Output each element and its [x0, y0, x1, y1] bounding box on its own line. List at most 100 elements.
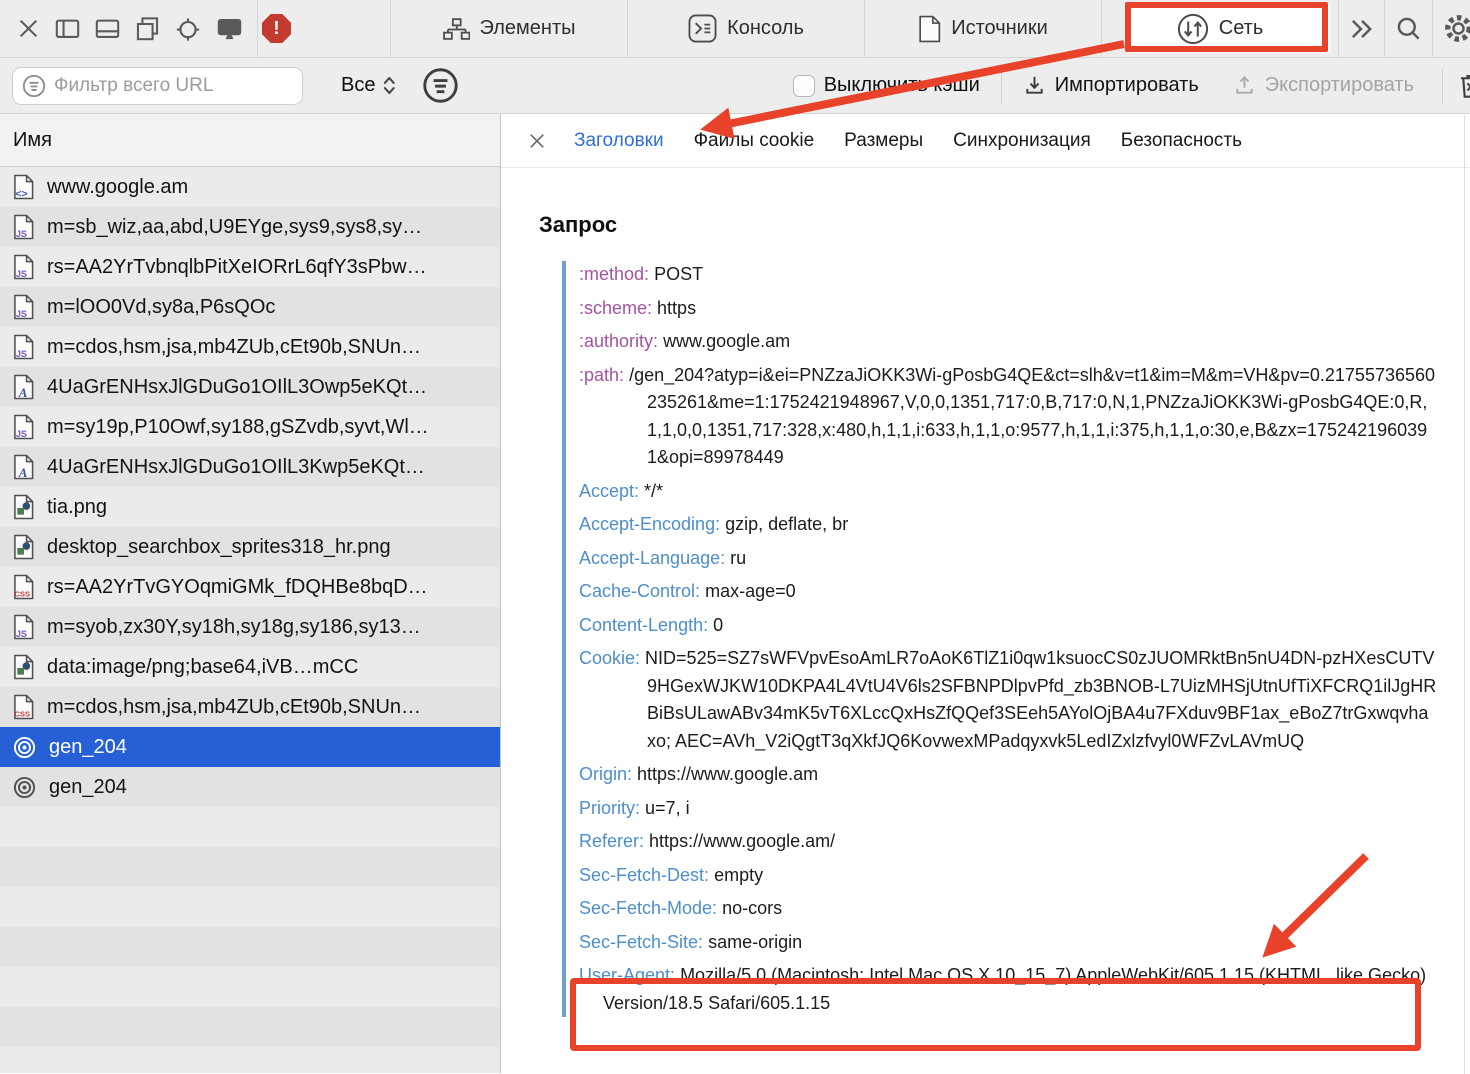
- inspector-tab-bar: Элементы Консоль Источники Сеть: [390, 0, 1338, 57]
- request-row[interactable]: JS rs=AA2YrTvbnqlbPitXeIORrL6qfY3sPbw…: [0, 247, 500, 287]
- request-name: www.google.am: [47, 176, 188, 199]
- header-name: Origin:: [579, 764, 632, 784]
- settings-button[interactable]: [1433, 0, 1470, 57]
- request-row[interactable]: CSS rs=AA2YrTvGYOqmiGMk_fDQHBe8bqD…: [0, 567, 500, 607]
- resource-type-value: Все: [341, 74, 375, 97]
- toggle-bottom-panel-button[interactable]: [94, 0, 121, 57]
- header-entry: Sec-Fetch-Mode: no-cors: [579, 895, 1437, 923]
- header-value: no-cors: [722, 898, 782, 918]
- header-value: same-origin: [708, 932, 802, 952]
- request-name: m=cdos,hsm,jsa,mb4ZUb,cEt90b,SNUn…: [47, 696, 421, 719]
- request-row-selected[interactable]: gen_204: [0, 727, 500, 767]
- tab-elements[interactable]: Элементы: [390, 0, 627, 57]
- header-value: Mozilla/5.0 (Macintosh; Intel Mac OS X 1…: [603, 965, 1426, 1013]
- header-entry: Accept: */*: [579, 478, 1437, 506]
- tab-sizes[interactable]: Размеры: [844, 130, 923, 152]
- header-name: Sec-Fetch-Site:: [579, 932, 703, 952]
- header-entry: :method: POST: [579, 261, 1437, 289]
- header-value: max-age=0: [705, 581, 796, 601]
- overflow-chevrons-icon: [1349, 16, 1374, 42]
- js-file-icon: JS: [13, 614, 34, 640]
- header-entry: Cache-Control: max-age=0: [579, 578, 1437, 606]
- request-name: m=sy19p,P10Owf,sy188,gSZvdb,syvt,Wl…: [47, 416, 429, 439]
- clear-network-items-button[interactable]: [1457, 71, 1470, 100]
- request-name: data:image/png;base64,iVB…mCC: [47, 656, 358, 679]
- request-row[interactable]: JS m=syob,zx30Y,sy18h,sy18g,sy186,sy13…: [0, 607, 500, 647]
- device-settings-button[interactable]: [215, 0, 244, 57]
- request-name: 4UaGrENHsxJlGDuGo1OIlL3Owp5eKQt…: [47, 376, 427, 399]
- overflow-tabs-button[interactable]: [1339, 0, 1384, 57]
- svg-text:JS: JS: [16, 349, 27, 359]
- duplicate-tab-button[interactable]: [134, 0, 161, 57]
- header-name: Sec-Fetch-Dest:: [579, 865, 709, 885]
- levels-filter-button[interactable]: [422, 67, 459, 104]
- js-file-icon: JS: [13, 214, 34, 240]
- header-name: Sec-Fetch-Mode:: [579, 898, 717, 918]
- search-button[interactable]: [1385, 0, 1432, 57]
- details-scrollbar-track[interactable]: [1464, 115, 1465, 1074]
- header-name: Accept-Language:: [579, 548, 725, 568]
- header-value: POST: [654, 264, 703, 284]
- request-row[interactable]: A 4UaGrENHsxJlGDuGo1OIlL3Owp5eKQt…: [0, 367, 500, 407]
- elements-tree-icon: [443, 18, 470, 40]
- header-value: gzip, deflate, br: [725, 514, 848, 534]
- header-value: NID=525=SZ7sWFVpvEsoAmLR7oAoK6TlZ1i0qw1k…: [645, 648, 1436, 751]
- tab-security[interactable]: Безопасность: [1121, 130, 1242, 152]
- tab-console[interactable]: Консоль: [627, 0, 864, 57]
- request-row[interactable]: CSS m=cdos,hsm,jsa,mb4ZUb,cEt90b,SNUn…: [0, 687, 500, 727]
- request-row[interactable]: data:image/png;base64,iVB…mCC: [0, 647, 500, 687]
- request-details-panel: Заголовки Файлы cookie Размеры Синхрониз…: [501, 114, 1470, 1073]
- request-row[interactable]: A 4UaGrENHsxJlGDuGo1OIlL3Kwp5eKQt…: [0, 447, 500, 487]
- request-row[interactable]: JS m=lOO0Vd,sy8a,P6sQOc: [0, 287, 500, 327]
- tab-sources[interactable]: Источники: [864, 0, 1101, 57]
- header-value: 0: [713, 615, 723, 635]
- request-row[interactable]: JS m=cdos,hsm,jsa,mb4ZUb,cEt90b,SNUn…: [0, 327, 500, 367]
- resource-type-filter[interactable]: Все: [341, 73, 396, 98]
- toggle-left-panel-button[interactable]: [54, 0, 81, 57]
- close-details-button[interactable]: [527, 131, 547, 151]
- request-row[interactable]: desktop_searchbox_sprites318_hr.png: [0, 527, 500, 567]
- error-badge-icon[interactable]: !: [262, 14, 291, 43]
- type-stepper-icon[interactable]: [382, 73, 396, 98]
- request-row[interactable]: <> www.google.am: [0, 167, 500, 207]
- disable-caches-label: Выключить кэши: [824, 74, 980, 97]
- request-row[interactable]: gen_204: [0, 767, 500, 807]
- svg-text:JS: JS: [16, 269, 27, 279]
- name-column-header[interactable]: Имя: [0, 114, 500, 167]
- request-list: <> www.google.am JS m=sb_wiz,aa,abd,U9EY…: [0, 167, 500, 807]
- header-entry-user-agent: User-Agent: Mozilla/5.0 (Macintosh; Inte…: [579, 962, 1437, 1017]
- device-icon: [215, 15, 244, 42]
- inspector-toolbar: ! Элементы Консоль Источники Сеть: [0, 0, 1470, 58]
- tab-label: Сеть: [1219, 17, 1263, 40]
- svg-text:JS: JS: [16, 629, 27, 639]
- tab-cookies[interactable]: Файлы cookie: [694, 130, 815, 152]
- details-tab-bar: Заголовки Файлы cookie Размеры Синхрониз…: [501, 114, 1470, 168]
- request-row[interactable]: JS m=sb_wiz,aa,abd,U9EYge,sys9,sys8,sy…: [0, 207, 500, 247]
- request-row[interactable]: JS m=sy19p,P10Owf,sy188,gSZvdb,syvt,Wl…: [0, 407, 500, 447]
- toggle-bottom-panel-icon: [94, 15, 121, 42]
- header-name: :method:: [579, 264, 649, 284]
- url-filter-field[interactable]: [12, 67, 303, 105]
- tab-headers[interactable]: Заголовки: [574, 130, 664, 152]
- tab-timing[interactable]: Синхронизация: [953, 130, 1091, 152]
- js-file-icon: JS: [13, 254, 34, 280]
- toolbar-right-controls: [1338, 0, 1470, 57]
- tab-network[interactable]: Сеть: [1101, 0, 1338, 57]
- close-inspector-button[interactable]: [16, 0, 41, 57]
- image-file-icon: [13, 534, 34, 560]
- element-selection-button[interactable]: [174, 0, 202, 57]
- url-filter-input[interactable]: [54, 75, 293, 97]
- import-button[interactable]: Импортировать: [1023, 74, 1199, 97]
- request-section-title: Запрос: [539, 212, 1470, 238]
- disable-caches-checkbox[interactable]: [793, 75, 815, 97]
- bullseye-icon: [13, 776, 36, 799]
- header-entry: :authority: www.google.am: [579, 328, 1437, 356]
- export-button[interactable]: Экспортировать: [1233, 74, 1414, 97]
- request-row[interactable]: tia.png: [0, 487, 500, 527]
- duplicate-icon: [134, 15, 161, 42]
- font-file-icon: A: [13, 454, 34, 480]
- request-name: m=syob,zx30Y,sy18h,sy18g,sy186,sy13…: [47, 616, 421, 639]
- header-entry: Origin: https://www.google.am: [579, 761, 1437, 789]
- html-file-icon: <>: [13, 174, 34, 200]
- svg-text:CSS: CSS: [14, 710, 30, 719]
